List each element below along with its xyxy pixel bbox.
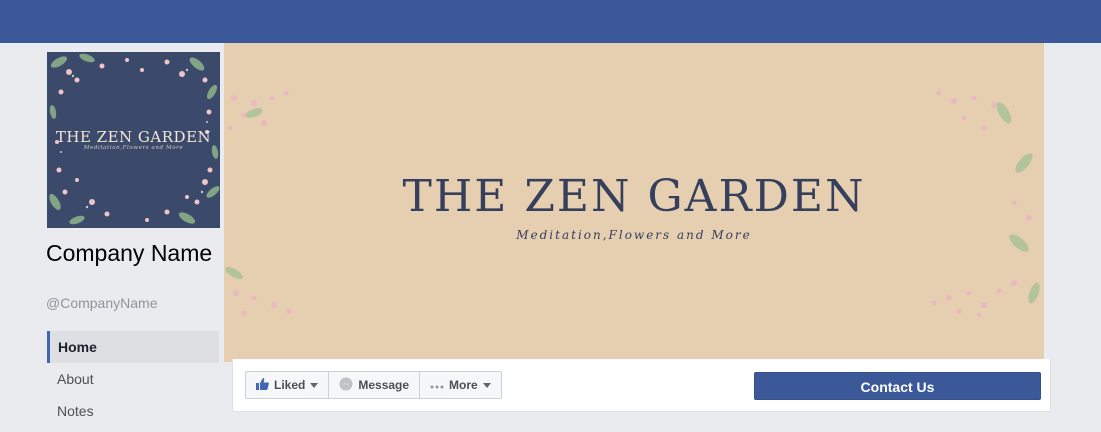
nav-item-about[interactable]: About xyxy=(47,363,219,395)
profile-picture-subtitle: Meditation,Flowers and More xyxy=(83,145,184,151)
contact-us-button[interactable]: Contact Us xyxy=(754,372,1041,400)
chevron-down-icon xyxy=(482,382,491,388)
page-navigation: Home About Notes xyxy=(47,331,219,427)
more-label: More xyxy=(449,378,478,392)
cover-subtitle: Meditation,Flowers and More xyxy=(516,228,752,242)
message-label: Message xyxy=(358,378,410,392)
page-name[interactable]: Company Name xyxy=(46,240,216,266)
cover-photo[interactable]: THE ZEN GARDEN Meditation,Flowers and Mo… xyxy=(224,43,1044,362)
profile-picture-title: THE ZEN GARDEN xyxy=(55,128,212,146)
profile-picture[interactable]: THE ZEN GARDEN Meditation,Flowers and Mo… xyxy=(47,52,220,228)
message-button[interactable]: Message xyxy=(328,371,421,399)
liked-label: Liked xyxy=(274,378,306,392)
page-action-buttons: Liked Message More xyxy=(245,371,502,399)
cover-title: THE ZEN GARDEN xyxy=(402,171,866,222)
page-handle[interactable]: @CompanyName xyxy=(46,295,157,311)
chevron-down-icon xyxy=(310,382,319,388)
nav-item-notes[interactable]: Notes xyxy=(47,395,219,427)
nav-item-home[interactable]: Home xyxy=(47,331,219,363)
liked-button[interactable]: Liked xyxy=(245,371,330,399)
messenger-icon xyxy=(339,377,353,394)
top-navigation-bar xyxy=(0,0,1101,43)
page-action-bar: Liked Message More Contact Us xyxy=(232,359,1051,412)
more-button[interactable]: More xyxy=(419,371,502,399)
thumbs-up-icon xyxy=(256,377,269,393)
more-dots-icon xyxy=(430,378,444,392)
